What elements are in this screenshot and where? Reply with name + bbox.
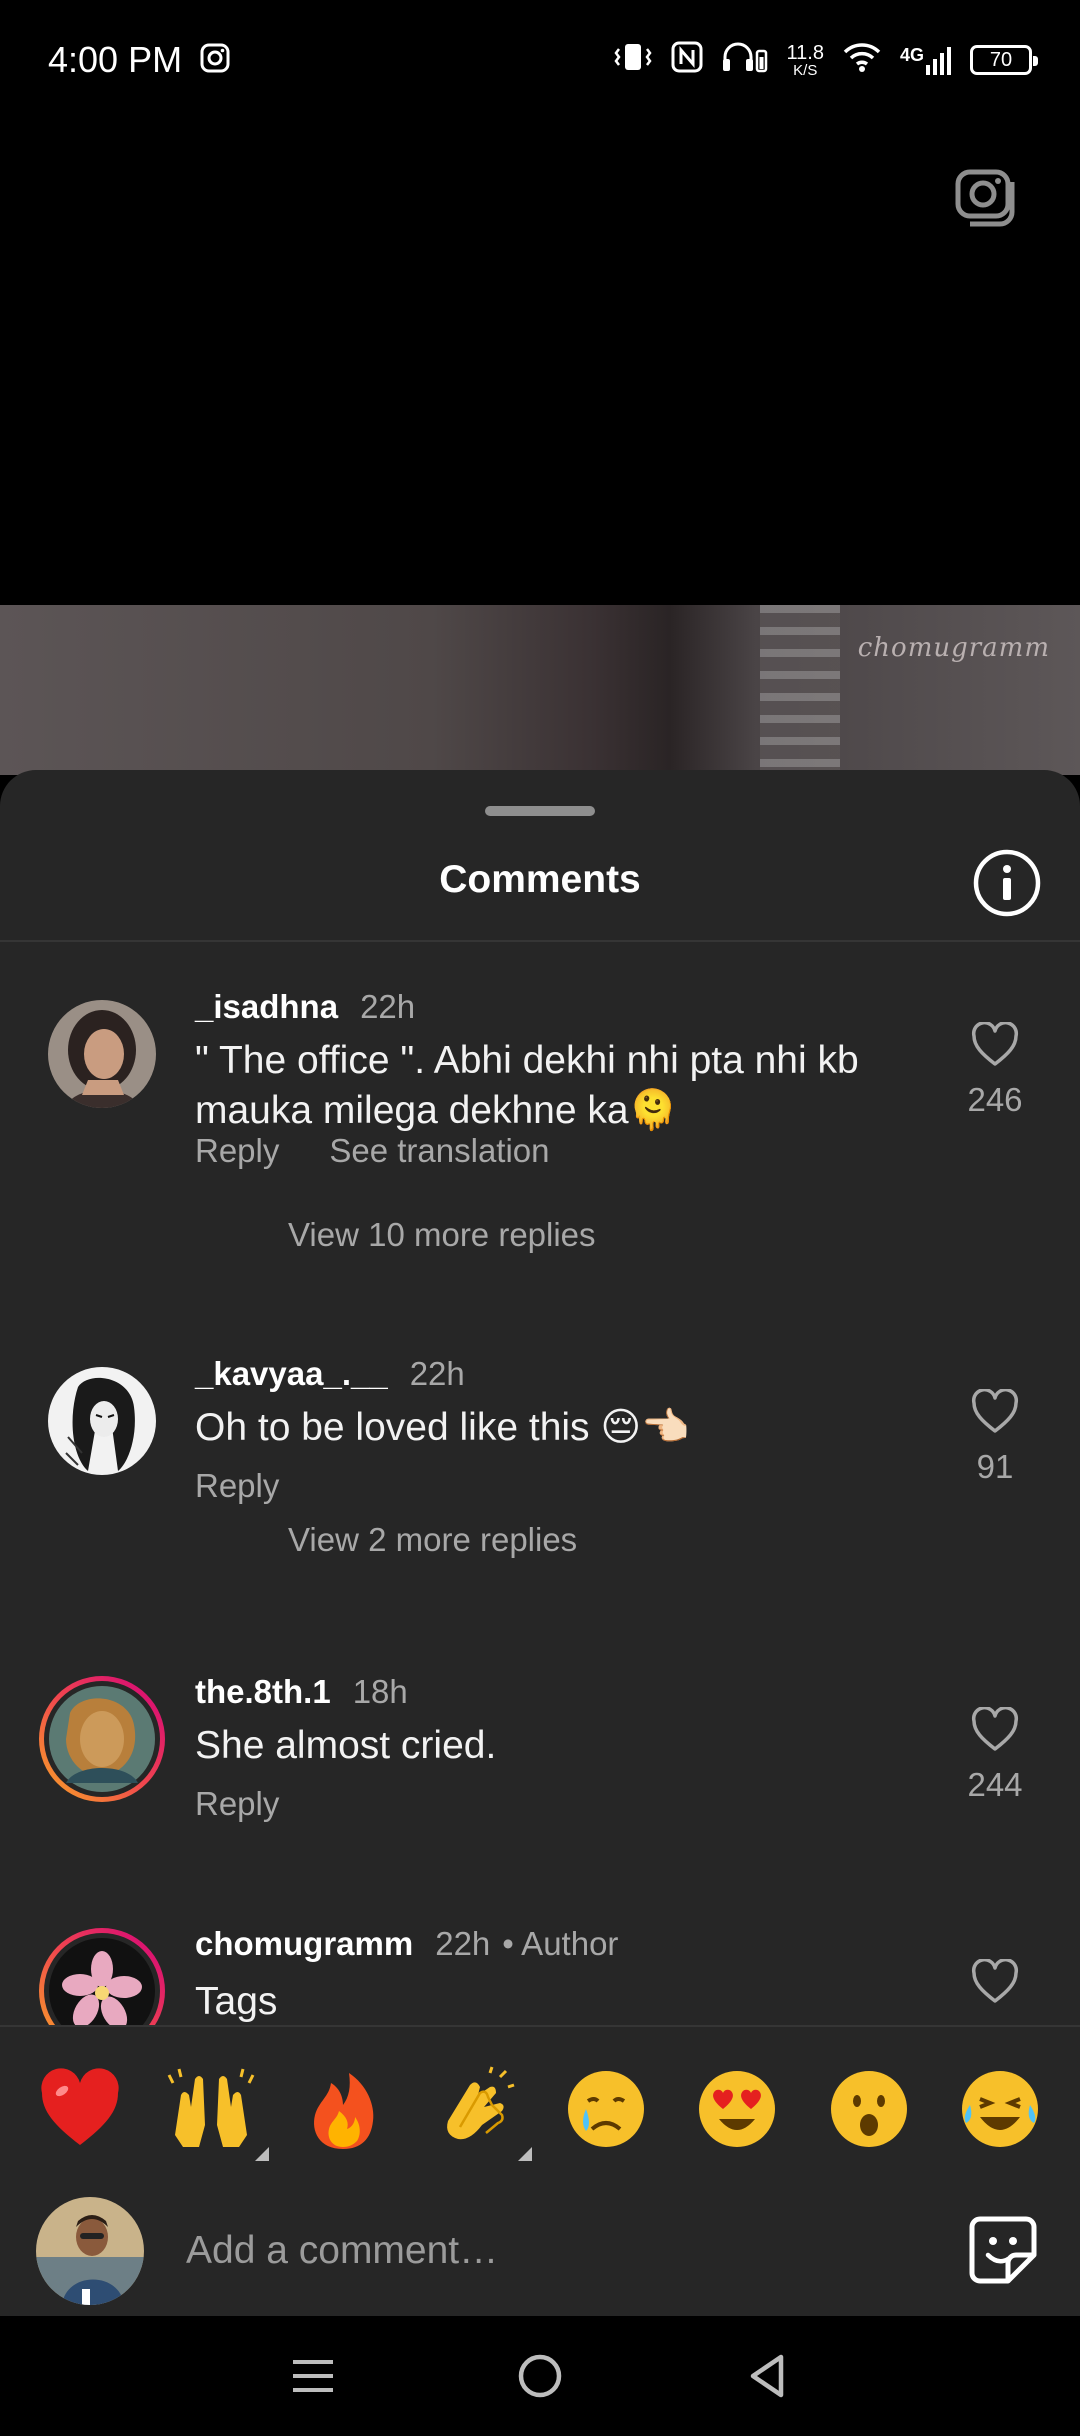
sticker-icon[interactable]	[966, 2213, 1040, 2287]
comment-username[interactable]: chomugramm	[195, 1925, 413, 1963]
signal-icon: 4G	[900, 45, 952, 75]
like-count: 244	[967, 1766, 1023, 1803]
like-count: 91	[976, 1448, 1014, 1485]
comment-time: 22h	[409, 1355, 465, 1392]
current-user-avatar	[36, 2197, 144, 2305]
comment-item: _kavyaa_.__ 22h Oh to be loved like this…	[0, 1355, 1080, 1605]
net-speed-value: 11.8	[786, 41, 824, 64]
menu-icon[interactable]	[283, 2346, 343, 2406]
emoji-heart[interactable]	[32, 2061, 128, 2157]
net-speed-unit: K/S	[793, 61, 818, 79]
headphones-icon	[721, 41, 769, 80]
status-bar: 4:00 PM 11.8 K/S 4G 70	[0, 0, 1080, 120]
comment-item: the.8th.1 18h She almost cried. Reply 24…	[0, 1673, 1080, 1843]
author-badge: • Author	[502, 1925, 619, 1962]
network-type: 4G	[899, 45, 924, 65]
comment-time: 22h	[435, 1925, 491, 1962]
heart-icon[interactable]	[970, 1388, 1020, 1440]
avatar[interactable]	[48, 1367, 156, 1475]
comment-text: " The office ". Abhi dekhi nhi pta nhi k…	[195, 1039, 859, 1132]
status-time: 4:00 PM	[48, 39, 183, 80]
emoji-heart-eyes[interactable]	[689, 2061, 785, 2157]
comment-username[interactable]: _isadhna	[195, 988, 338, 1026]
emoji-bar	[0, 2025, 1080, 2191]
info-icon[interactable]	[972, 848, 1042, 918]
video-blinds	[760, 605, 840, 775]
camera-icon[interactable]	[952, 160, 1022, 230]
like-count: 246	[967, 1081, 1023, 1118]
vibrate-icon	[613, 41, 653, 80]
system-nav-bar	[0, 2316, 1080, 2436]
video-area[interactable]	[0, 120, 1080, 605]
video-watermark: chomugramm	[857, 633, 1050, 663]
nfc-icon	[671, 41, 703, 80]
heart-icon[interactable]	[970, 1706, 1020, 1758]
emoji-laughing-face[interactable]	[952, 2061, 1048, 2157]
view-replies-button[interactable]: View 2 more replies	[288, 1521, 577, 1559]
comment-username[interactable]: the.8th.1	[195, 1673, 331, 1711]
comment-text: Oh to be loved like this 😔👈🏻	[195, 1406, 690, 1449]
comment-username[interactable]: _kavyaa_.__	[195, 1355, 388, 1393]
skin-tone-indicator	[518, 2147, 533, 2161]
reply-button[interactable]: Reply	[195, 1785, 279, 1823]
comment-text: Tags	[195, 1980, 278, 2023]
comment-text: She almost cried.	[195, 1724, 497, 1767]
sheet-title: Comments	[439, 858, 641, 901]
reply-button[interactable]: Reply	[195, 1467, 279, 1505]
comment-time: 22h	[360, 988, 416, 1025]
home-icon[interactable]	[510, 2346, 570, 2406]
add-comment-bar	[0, 2191, 1080, 2316]
battery-indicator: 70	[970, 45, 1038, 75]
emoji-clapping-hands[interactable]	[426, 2061, 533, 2161]
emoji-surprised-face[interactable]	[821, 2061, 917, 2157]
emoji-crying-face[interactable]	[558, 2061, 654, 2157]
view-replies-button[interactable]: View 10 more replies	[288, 1216, 596, 1254]
comment-time: 18h	[352, 1673, 408, 1710]
reply-button[interactable]: Reply	[195, 1132, 279, 1170]
net-speed: 11.8 K/S	[787, 43, 824, 78]
comment-item: chomugramm 22h • Author Tags	[0, 1925, 1080, 2054]
emoji-fire[interactable]	[295, 2061, 391, 2157]
heart-icon[interactable]	[970, 1958, 1020, 2010]
avatar[interactable]	[48, 1000, 156, 1108]
video-frame: chomugramm	[0, 605, 1080, 775]
heart-icon[interactable]	[970, 1021, 1020, 1073]
emoji-raising-hands[interactable]	[163, 2061, 270, 2161]
wifi-icon	[842, 41, 882, 80]
comment-input[interactable]	[186, 2221, 906, 2281]
sheet-divider	[0, 940, 1080, 942]
comment-item: _isadhna 22h " The office ". Abhi dekhi …	[0, 988, 1080, 1278]
see-translation-button[interactable]: See translation	[329, 1132, 549, 1170]
instagram-icon	[200, 43, 230, 78]
skin-tone-indicator	[255, 2147, 270, 2161]
sheet-drag-handle[interactable]	[485, 806, 595, 816]
back-icon[interactable]	[737, 2346, 797, 2406]
avatar-story-ring[interactable]	[36, 1673, 168, 1805]
